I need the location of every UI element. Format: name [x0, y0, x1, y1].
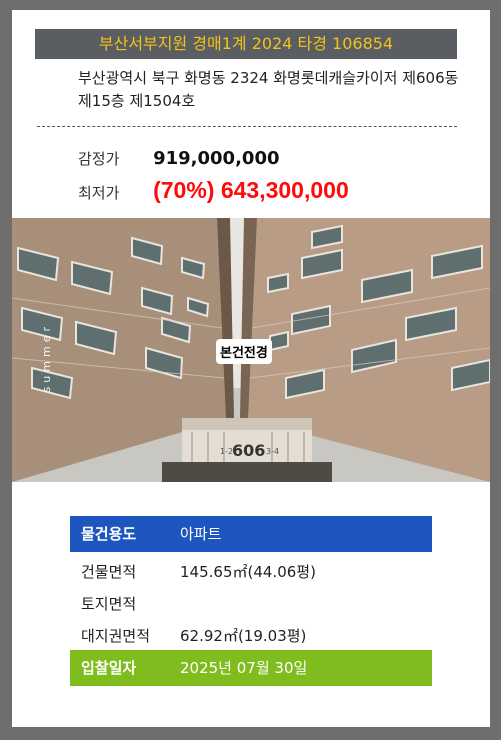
- land-area-label: 토지면적: [81, 595, 137, 613]
- land-right-label: 대지권면적: [81, 627, 151, 645]
- property-photo: 1-2 606 3-4 summer 본건전경: [12, 218, 490, 482]
- appraised-value: 919,000,000: [153, 148, 280, 169]
- photo-watermark: summer: [40, 323, 53, 393]
- building-area-label: 건물면적: [81, 563, 137, 581]
- auction-card: 부산서부지원 경매1계 2024 타경 106854 부산광역시 북구 화명동 …: [12, 10, 490, 727]
- property-address: 부산광역시 북구 화명동 2324 화명롯데캐슬카이저 제606동 제15층 제…: [78, 69, 459, 110]
- usage-value: 아파트: [180, 525, 222, 543]
- appraised-label: 감정가: [78, 150, 120, 168]
- photo-badge: 본건전경: [216, 339, 272, 364]
- land-area-row: 토지면적: [70, 588, 432, 620]
- minimum-label: 최저가: [78, 184, 120, 202]
- court-case-banner: 부산서부지원 경매1계 2024 타경 106854: [35, 29, 457, 59]
- bid-date-value: 2025년 07월 30일: [180, 659, 308, 677]
- bid-date-row: 입찰일자 2025년 07월 30일: [70, 650, 432, 686]
- land-right-value: 62.92㎡(19.03평): [180, 627, 307, 645]
- minimum-value: (70%) 643,300,000: [153, 177, 349, 203]
- building-number-sign: 606: [232, 441, 265, 460]
- sign-right: 3-4: [266, 447, 279, 456]
- land-right-row: 대지권면적 62.92㎡(19.03평): [70, 620, 432, 652]
- bid-date-label: 입찰일자: [81, 659, 137, 677]
- minimum-price-row: 최저가 (70%) 643,300,000: [78, 177, 349, 204]
- appraised-price-row: 감정가 919,000,000: [78, 148, 280, 169]
- usage-row: 물건용도 아파트: [70, 516, 432, 552]
- divider: [37, 126, 457, 127]
- building-area-value: 145.65㎡(44.06평): [180, 563, 316, 581]
- building-area-row: 건물면적 145.65㎡(44.06평): [70, 556, 432, 588]
- usage-label: 물건용도: [81, 525, 137, 543]
